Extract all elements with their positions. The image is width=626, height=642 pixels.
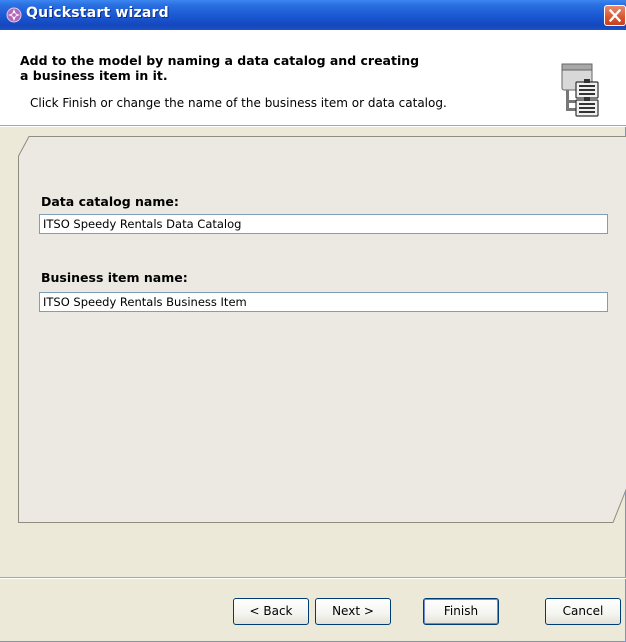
- cancel-button[interactable]: Cancel: [545, 598, 621, 625]
- wizard-app-icon: [6, 7, 22, 23]
- finish-button[interactable]: Finish: [423, 598, 499, 625]
- header-divider-highlight: [0, 126, 626, 127]
- button-bar-divider-highlight: [0, 578, 626, 579]
- window-title: Quickstart wizard: [26, 5, 169, 21]
- catalog-name-label: Data catalog name:: [41, 194, 179, 209]
- title-bar[interactable]: Quickstart wizard: [0, 0, 626, 30]
- next-button[interactable]: Next >: [315, 598, 391, 625]
- business-item-name-input[interactable]: [39, 292, 608, 312]
- wizard-header: Add to the model by naming a data catalo…: [0, 30, 626, 125]
- close-icon: [609, 9, 621, 22]
- header-title: Add to the model by naming a data catalo…: [20, 53, 420, 83]
- close-button[interactable]: [604, 5, 626, 26]
- data-catalog-icon: [560, 60, 610, 118]
- catalog-name-input[interactable]: [39, 214, 608, 234]
- back-button[interactable]: < Back: [233, 598, 309, 625]
- wizard-window: Quickstart wizard Add to the model by na…: [0, 0, 626, 642]
- business-item-name-label: Business item name:: [41, 270, 188, 285]
- header-description: Click Finish or change the name of the b…: [30, 96, 447, 110]
